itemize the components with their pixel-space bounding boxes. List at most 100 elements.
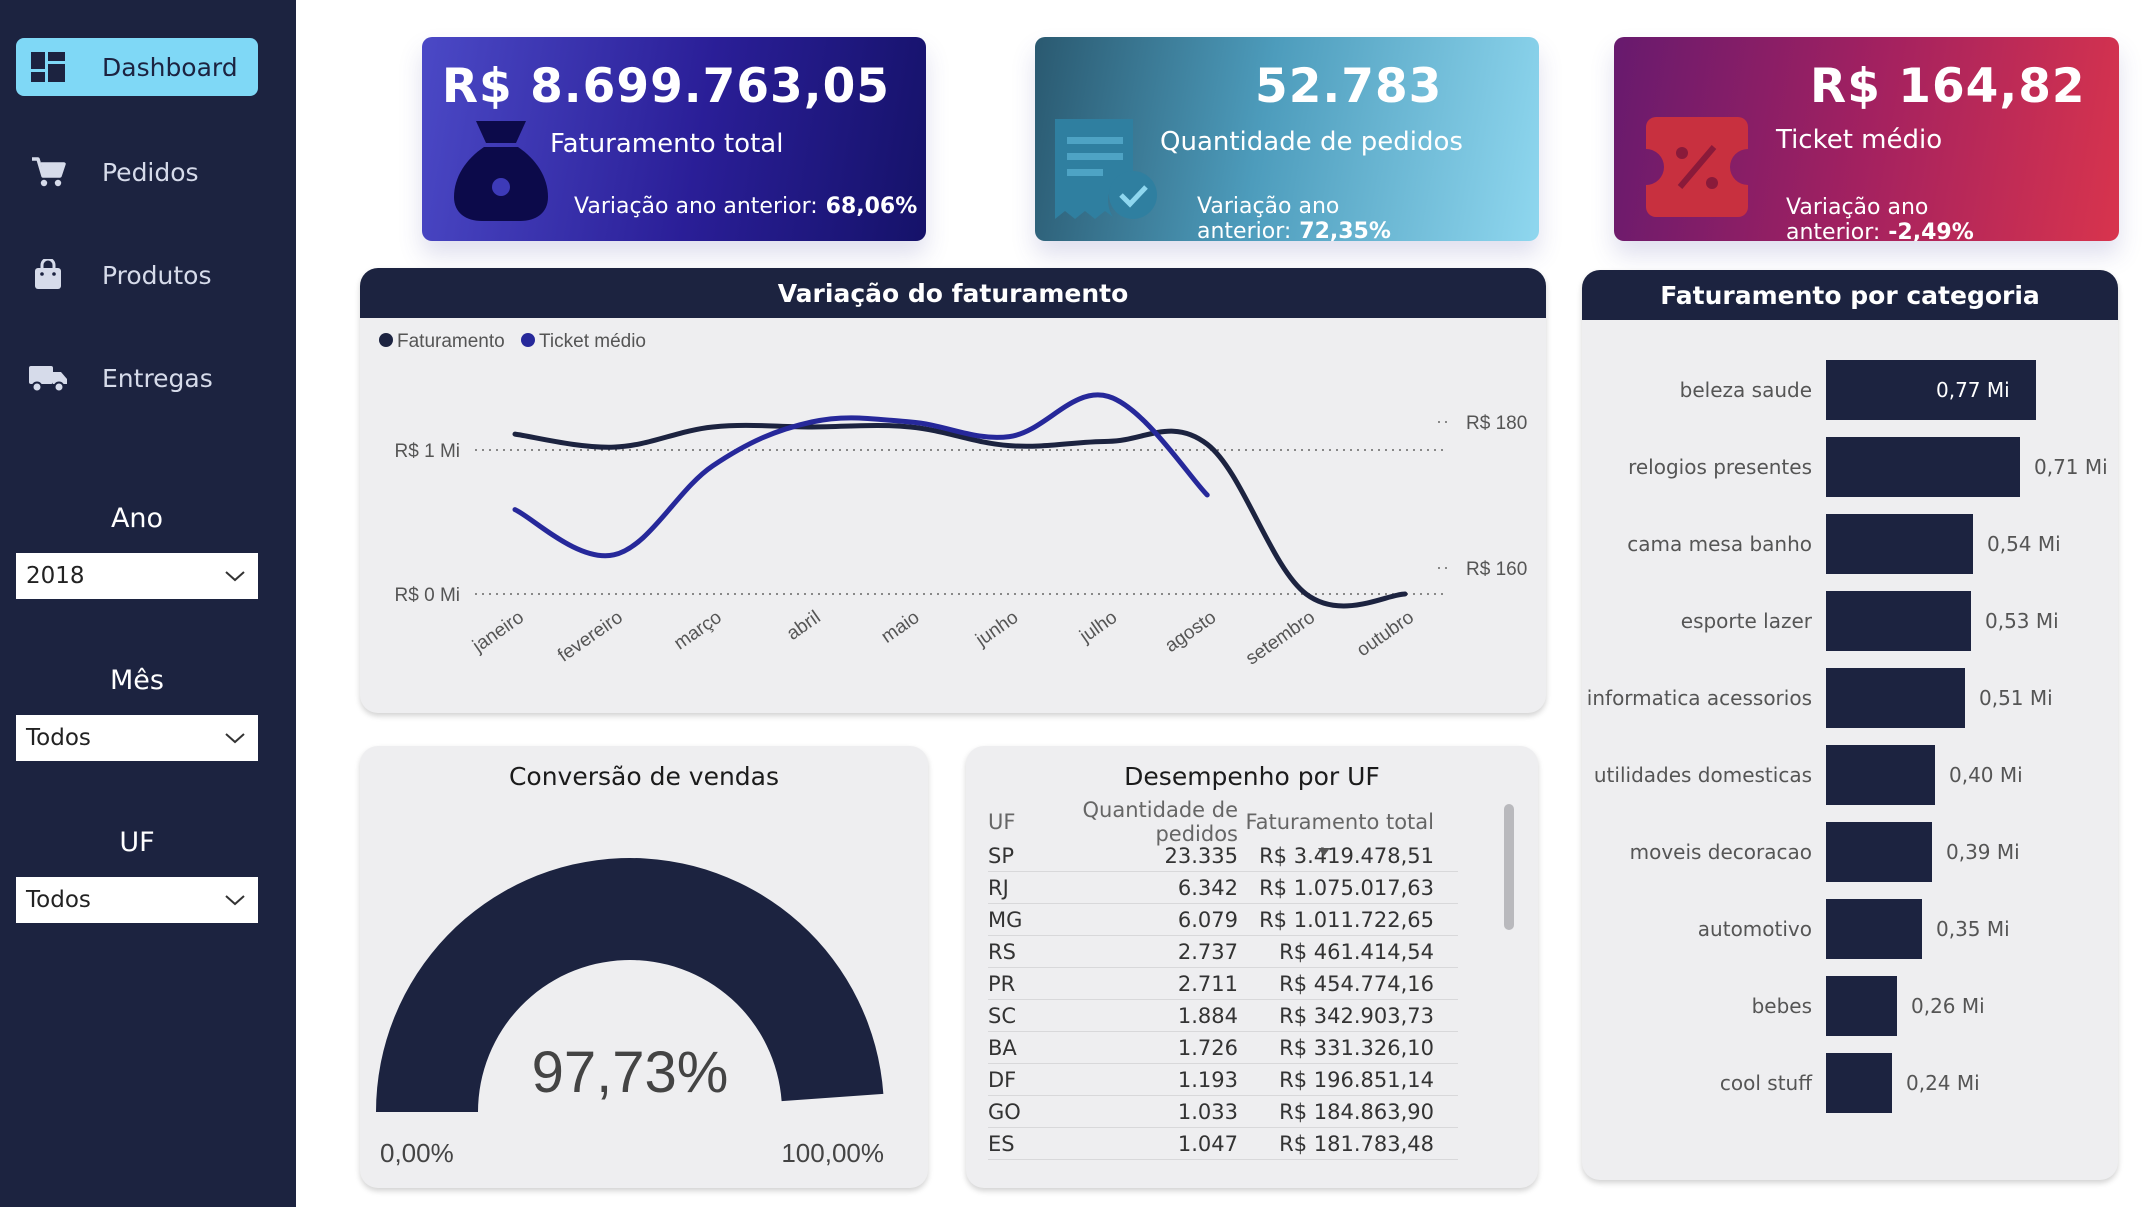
category-row[interactable]: beleza saude 0,77 Mi <box>1582 360 2118 420</box>
category-bar[interactable] <box>1826 822 1932 882</box>
table-row[interactable]: BA 1.726 R$ 331.326,10 <box>988 1032 1458 1064</box>
kpi-faturamento-variation-value: 68,06% <box>825 194 918 219</box>
x-tick-label: março <box>670 607 725 654</box>
cell-uf: RS <box>988 939 1016 964</box>
cell-faturamento: R$ 1.011.722,65 <box>1259 907 1434 932</box>
table-row[interactable]: PR 2.711 R$ 454.774,16 <box>988 968 1458 1000</box>
col-faturamento[interactable]: Faturamento total <box>1238 810 1434 834</box>
kpi-ticket-value: R$ 164,82 <box>1810 59 2086 114</box>
category-bar[interactable] <box>1826 591 1971 651</box>
category-row[interactable]: relogios presentes 0,71 Mi <box>1582 437 2118 497</box>
kpi-faturamento-variation: Variação ano anterior: 68,06% <box>574 194 917 219</box>
line-chart-title: Variação do faturamento <box>360 268 1546 318</box>
category-bar[interactable] <box>1826 976 1897 1036</box>
category-label: esporte lazer <box>1680 609 1812 633</box>
cell-faturamento: R$ 181.783,48 <box>1279 1131 1434 1156</box>
cell-uf: PR <box>988 971 1016 996</box>
nav-entregas[interactable]: Entregas <box>16 349 258 407</box>
cell-faturamento: R$ 331.326,10 <box>1279 1035 1434 1060</box>
cell-uf: RJ <box>988 875 1009 900</box>
col-quantidade[interactable]: Quantidade de pedidos <box>1048 798 1238 846</box>
category-row[interactable]: automotivo 0,35 Mi <box>1582 899 2118 959</box>
line-chart-panel: Variação do faturamento Faturamento Tick… <box>360 268 1546 713</box>
col-uf[interactable]: UF <box>988 810 1048 834</box>
category-chart-title: Faturamento por categoria <box>1582 270 2118 320</box>
x-tick-label: maio <box>878 607 924 648</box>
receipt-check-icon <box>1051 113 1161 227</box>
nav-entregas-label: Entregas <box>102 363 213 393</box>
category-chart-panel: Faturamento por categoria beleza saude 0,… <box>1582 270 2118 1180</box>
nav-dashboard[interactable]: Dashboard <box>16 38 258 96</box>
legend: Faturamento Ticket médio <box>379 331 646 352</box>
category-bar[interactable] <box>1826 668 1965 728</box>
category-row[interactable]: cool stuff 0,24 Mi <box>1582 1053 2118 1113</box>
filter-uf-select[interactable]: Todos <box>16 877 258 923</box>
cell-quantidade: 23.335 <box>1164 843 1238 868</box>
table-row[interactable]: SP 23.335 R$ 3.419.478,51 <box>988 840 1458 872</box>
filter-mes-select[interactable]: Todos <box>16 715 258 761</box>
x-tick-label: junho <box>971 607 1022 651</box>
table-row[interactable]: GO 1.033 R$ 184.863,90 <box>988 1096 1458 1128</box>
category-row[interactable]: cama mesa banho 0,54 Mi <box>1582 514 2118 574</box>
category-row[interactable]: informatica acessorios 0,51 Mi <box>1582 668 2118 728</box>
line-chart: Faturamento Ticket médio R$ 1 Mi R$ 0 Mi… <box>379 331 1527 670</box>
category-value-label: 0,77 Mi <box>1936 378 2010 402</box>
table-row[interactable]: ES 1.047 R$ 181.783,48 <box>988 1128 1458 1160</box>
x-tick-label: fevereiro <box>554 607 627 667</box>
filter-ano-select[interactable]: 2018 <box>16 553 258 599</box>
cell-uf: MG <box>988 907 1023 932</box>
category-bar[interactable] <box>1826 1053 1892 1113</box>
gauge-min: 0,00% <box>380 1138 454 1168</box>
kpi-ticket-variation-value: -2,49% <box>1888 220 1974 241</box>
category-row[interactable]: utilidades domesticas 0,40 Mi <box>1582 745 2118 805</box>
table-row[interactable]: SC 1.884 R$ 342.903,73 <box>988 1000 1458 1032</box>
category-label: bebes <box>1751 994 1812 1018</box>
category-label: cama mesa banho <box>1627 532 1812 556</box>
table-scrollbar[interactable] <box>1504 804 1514 930</box>
table-row[interactable]: DF 1.193 R$ 196.851,14 <box>988 1064 1458 1096</box>
kpi-pedidos-label: Quantidade de pedidos <box>1160 127 1463 157</box>
nav-pedidos-label: Pedidos <box>102 157 199 187</box>
nav-pedidos[interactable]: Pedidos <box>16 143 258 201</box>
table-row[interactable]: MG 6.079 R$ 1.011.722,65 <box>988 904 1458 936</box>
category-bars: beleza saude 0,77 Mi relogios presentes 0,7… <box>1582 360 2118 1140</box>
x-tick-label: janeiro <box>468 607 528 657</box>
chevron-down-icon <box>224 725 246 751</box>
x-axis-ticks: janeiro fevereiro março abril maio junho julho… <box>468 607 1418 670</box>
gauge-max: 100,00% <box>781 1138 884 1168</box>
cell-faturamento: R$ 454.774,16 <box>1279 971 1434 996</box>
cell-faturamento: R$ 342.903,73 <box>1279 1003 1434 1028</box>
cell-quantidade: 1.193 <box>1177 1067 1238 1092</box>
filter-uf-title: UF <box>119 827 155 858</box>
filter-uf-value: Todos <box>26 887 91 913</box>
money-bag-icon <box>446 115 556 229</box>
x-tick-label: setembro <box>1242 607 1319 670</box>
category-bar[interactable] <box>1826 514 1973 574</box>
nav-produtos[interactable]: Produtos <box>16 246 258 304</box>
chevron-down-icon <box>224 563 246 589</box>
category-bar[interactable] <box>1826 437 2020 497</box>
filter-ano-value: 2018 <box>26 563 85 589</box>
category-row[interactable]: bebes 0,26 Mi <box>1582 976 2118 1036</box>
table-row[interactable]: RS 2.737 R$ 461.414,54 <box>988 936 1458 968</box>
cell-quantidade: 1.033 <box>1177 1099 1238 1124</box>
kpi-pedidos-value: 52.783 <box>1255 59 1443 114</box>
category-label: informatica acessorios <box>1586 686 1812 710</box>
cell-faturamento: R$ 1.075.017,63 <box>1259 875 1434 900</box>
category-bar[interactable] <box>1826 899 1922 959</box>
discount-ticket-icon <box>1642 113 1752 227</box>
bag-icon <box>16 259 80 291</box>
category-bar[interactable] <box>1826 745 1935 805</box>
gauge-chart: 97,73% 0,00% 100,00% <box>376 858 884 1168</box>
category-row[interactable]: esporte lazer 0,53 Mi <box>1582 591 2118 651</box>
table-row[interactable]: RJ 6.342 R$ 1.075.017,63 <box>988 872 1458 904</box>
filter-mes-value: Todos <box>26 725 91 751</box>
kpi-pedidos-variation-value: 72,35% <box>1299 219 1391 241</box>
category-row[interactable]: moveis decoracao 0,39 Mi <box>1582 822 2118 882</box>
kpi-pedidos-variation: Variação ano anterior: 72,35% <box>1197 194 1539 241</box>
cell-quantidade: 1.884 <box>1177 1003 1238 1028</box>
cell-uf: ES <box>988 1131 1015 1156</box>
y-left-tick-1mi: R$ 1 Mi <box>395 441 460 462</box>
cell-quantidade: 1.726 <box>1177 1035 1238 1060</box>
x-tick-label: agosto <box>1161 607 1220 657</box>
